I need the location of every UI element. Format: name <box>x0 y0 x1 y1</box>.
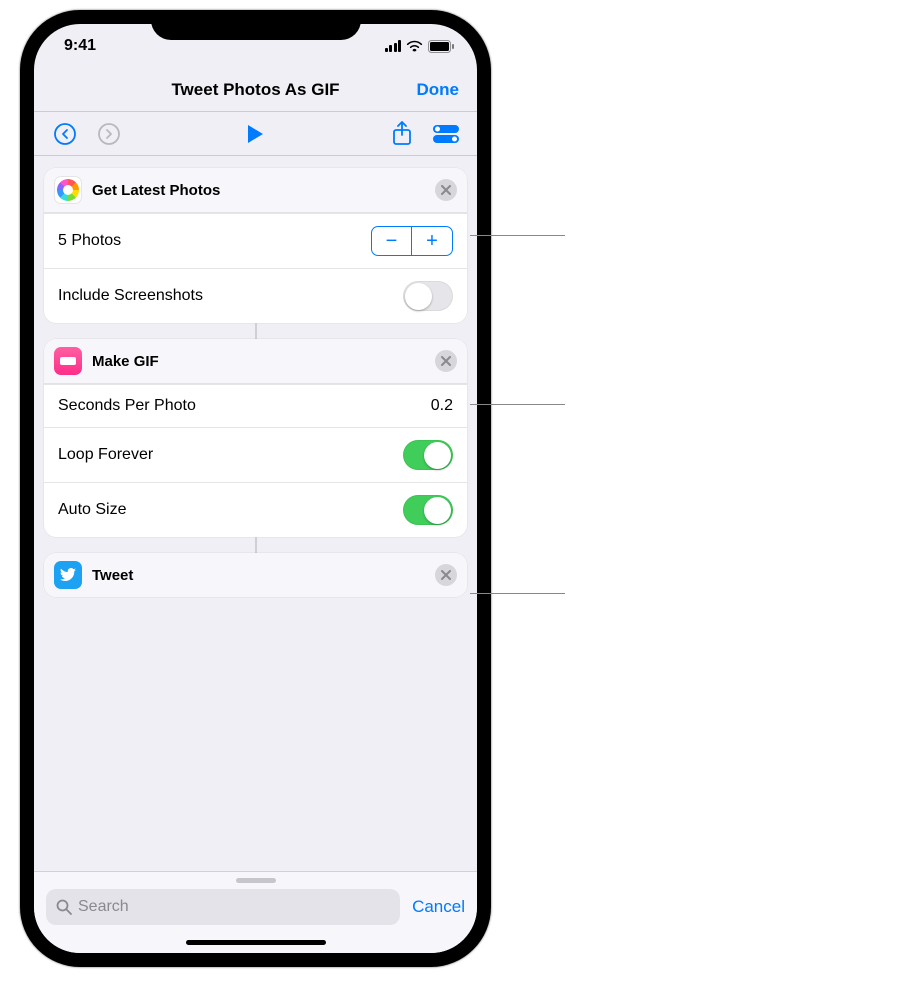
action-title: Tweet <box>92 567 425 584</box>
connector <box>255 323 257 339</box>
include-screenshots-row: Include Screenshots <box>44 268 467 323</box>
callout-line <box>470 593 565 594</box>
autosize-label: Auto Size <box>58 501 126 519</box>
share-button[interactable] <box>387 119 417 149</box>
loop-forever-row: Loop Forever <box>44 427 467 482</box>
wifi-icon <box>406 40 423 52</box>
settings-toggle-button[interactable] <box>431 119 461 149</box>
search-input[interactable]: Search <box>46 889 400 925</box>
delete-action-button[interactable] <box>435 179 457 201</box>
loop-forever-toggle[interactable] <box>403 440 453 470</box>
seconds-per-photo-row[interactable]: Seconds Per Photo 0.2 <box>44 384 467 427</box>
status-right <box>385 40 456 53</box>
seconds-value: 0.2 <box>431 397 453 415</box>
action-header[interactable]: Get Latest Photos <box>44 168 467 213</box>
notch <box>151 10 361 40</box>
play-icon <box>248 125 263 143</box>
gif-icon <box>54 347 82 375</box>
callout-line <box>470 235 565 236</box>
home-indicator[interactable] <box>186 940 326 945</box>
undo-button[interactable] <box>50 119 80 149</box>
stepper-minus[interactable]: − <box>372 227 412 255</box>
action-header[interactable]: Make GIF <box>44 339 467 384</box>
photo-count-row: 5 Photos − + <box>44 213 467 268</box>
run-button[interactable] <box>241 119 271 149</box>
action-get-latest-photos: Get Latest Photos 5 Photos − + Include S… <box>44 168 467 323</box>
cancel-button[interactable]: Cancel <box>412 897 465 917</box>
action-tweet: Tweet <box>44 553 467 597</box>
action-header[interactable]: Tweet <box>44 553 467 597</box>
actions-list: Get Latest Photos 5 Photos − + Include S… <box>34 156 477 597</box>
toolbar <box>34 112 477 156</box>
grabber-handle[interactable] <box>236 878 276 883</box>
search-placeholder: Search <box>78 898 129 916</box>
photo-count-label: 5 Photos <box>58 232 121 250</box>
action-title: Get Latest Photos <box>92 182 425 199</box>
phone-frame: 9:41 Tweet Photos As GIF Done <box>20 10 491 967</box>
done-button[interactable]: Done <box>417 80 460 100</box>
delete-action-button[interactable] <box>435 350 457 372</box>
battery-icon <box>428 40 455 53</box>
loop-label: Loop Forever <box>58 446 153 464</box>
redo-button[interactable] <box>94 119 124 149</box>
status-time: 9:41 <box>64 37 96 55</box>
page-title: Tweet Photos As GIF <box>171 80 339 100</box>
screen: 9:41 Tweet Photos As GIF Done <box>34 24 477 953</box>
callout-line <box>470 404 565 405</box>
seconds-label: Seconds Per Photo <box>58 397 196 415</box>
search-icon <box>56 899 72 915</box>
stepper-plus[interactable]: + <box>412 227 452 255</box>
auto-size-toggle[interactable] <box>403 495 453 525</box>
connector <box>255 537 257 553</box>
include-screenshots-toggle[interactable] <box>403 281 453 311</box>
action-title: Make GIF <box>92 353 425 370</box>
action-make-gif: Make GIF Seconds Per Photo 0.2 Loop Fore… <box>44 339 467 537</box>
photo-count-stepper[interactable]: − + <box>371 226 453 256</box>
photos-icon <box>54 176 82 204</box>
auto-size-row: Auto Size <box>44 482 467 537</box>
cellular-icon <box>385 40 402 52</box>
include-screenshots-label: Include Screenshots <box>58 287 203 305</box>
nav-bar: Tweet Photos As GIF Done <box>34 68 477 112</box>
delete-action-button[interactable] <box>435 564 457 586</box>
twitter-icon <box>54 561 82 589</box>
